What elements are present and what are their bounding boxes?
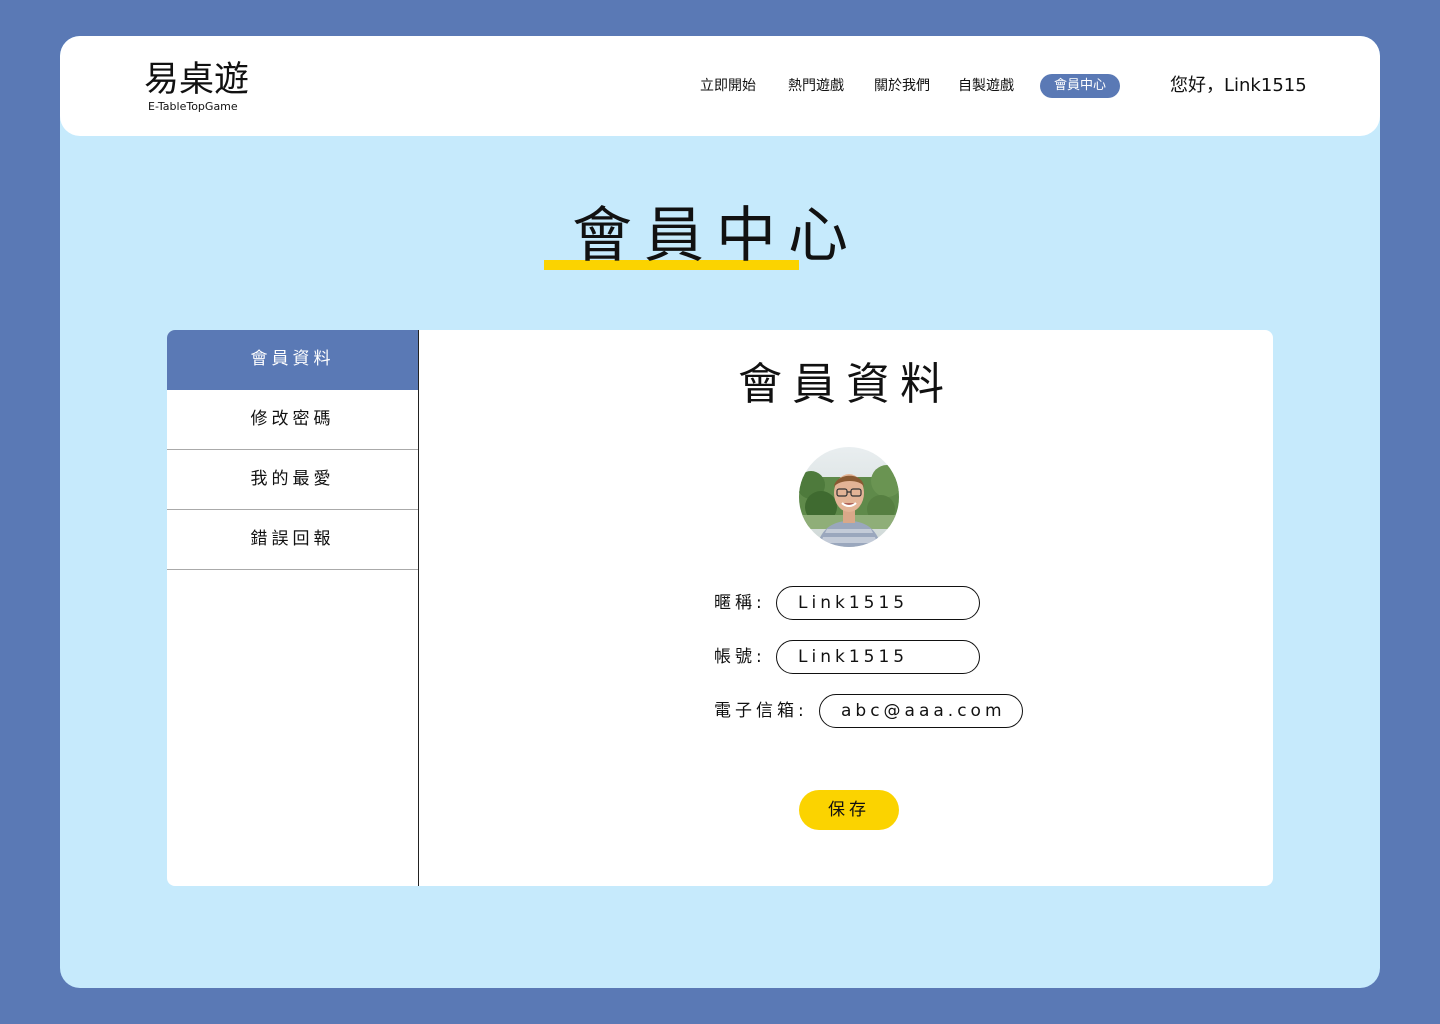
account-label: 帳號: [714,647,766,667]
account-field[interactable] [776,640,980,674]
nav-link-start[interactable]: 立即開始 [700,74,756,98]
app-frame: 易桌遊 E-TableTopGame 立即開始 熱門遊戲 關於我們 自製遊戲 會… [60,36,1380,988]
nickname-field[interactable] [776,586,980,620]
email-field[interactable] [819,694,1023,728]
sidebar-item-favorites[interactable]: 我的最愛 [167,450,418,510]
user-greeting[interactable]: 您好，Link1515 [1170,73,1307,99]
profile-title: 會員資料 [738,359,954,410]
sidebar-item-profile[interactable]: 會員資料 [167,330,418,390]
nav-link-member-center[interactable]: 會員中心 [1040,74,1120,98]
profile-content: 會員資料 暱稱: Link1515 帳號: Link1515 電子信箱: abc… [419,330,1273,886]
email-label: 電子信箱: [714,701,808,721]
nav-link-custom-games[interactable]: 自製遊戲 [958,74,1014,98]
nav-link-about-us[interactable]: 關於我們 [874,74,930,98]
top-header: 易桌遊 E-TableTopGame 立即開始 熱門遊戲 關於我們 自製遊戲 會… [60,36,1380,136]
member-panel: 會員資料 修改密碼 我的最愛 錯誤回報 會員資料 暱稱: Link1515 帳號… [167,330,1273,886]
logo-subtitle: E-TableTopGame [148,100,238,113]
sidebar-item-bug-report[interactable]: 錯誤回報 [167,510,418,570]
save-button[interactable]: 保存 [799,790,899,830]
sidebar-item-change-password[interactable]: 修改密碼 [167,390,418,450]
site-logo[interactable]: 易桌遊 E-TableTopGame [144,60,264,116]
avatar[interactable] [799,447,899,547]
logo-title: 易桌遊 [144,60,250,100]
nickname-label: 暱稱: [714,593,766,613]
nav-link-popular-games[interactable]: 熱門遊戲 [788,74,844,98]
avatar-photo [799,447,899,547]
page-title: 會員中心 [572,201,860,271]
member-sidebar: 會員資料 修改密碼 我的最愛 錯誤回報 [167,330,419,886]
page-title-block: 會員中心 [544,196,884,276]
